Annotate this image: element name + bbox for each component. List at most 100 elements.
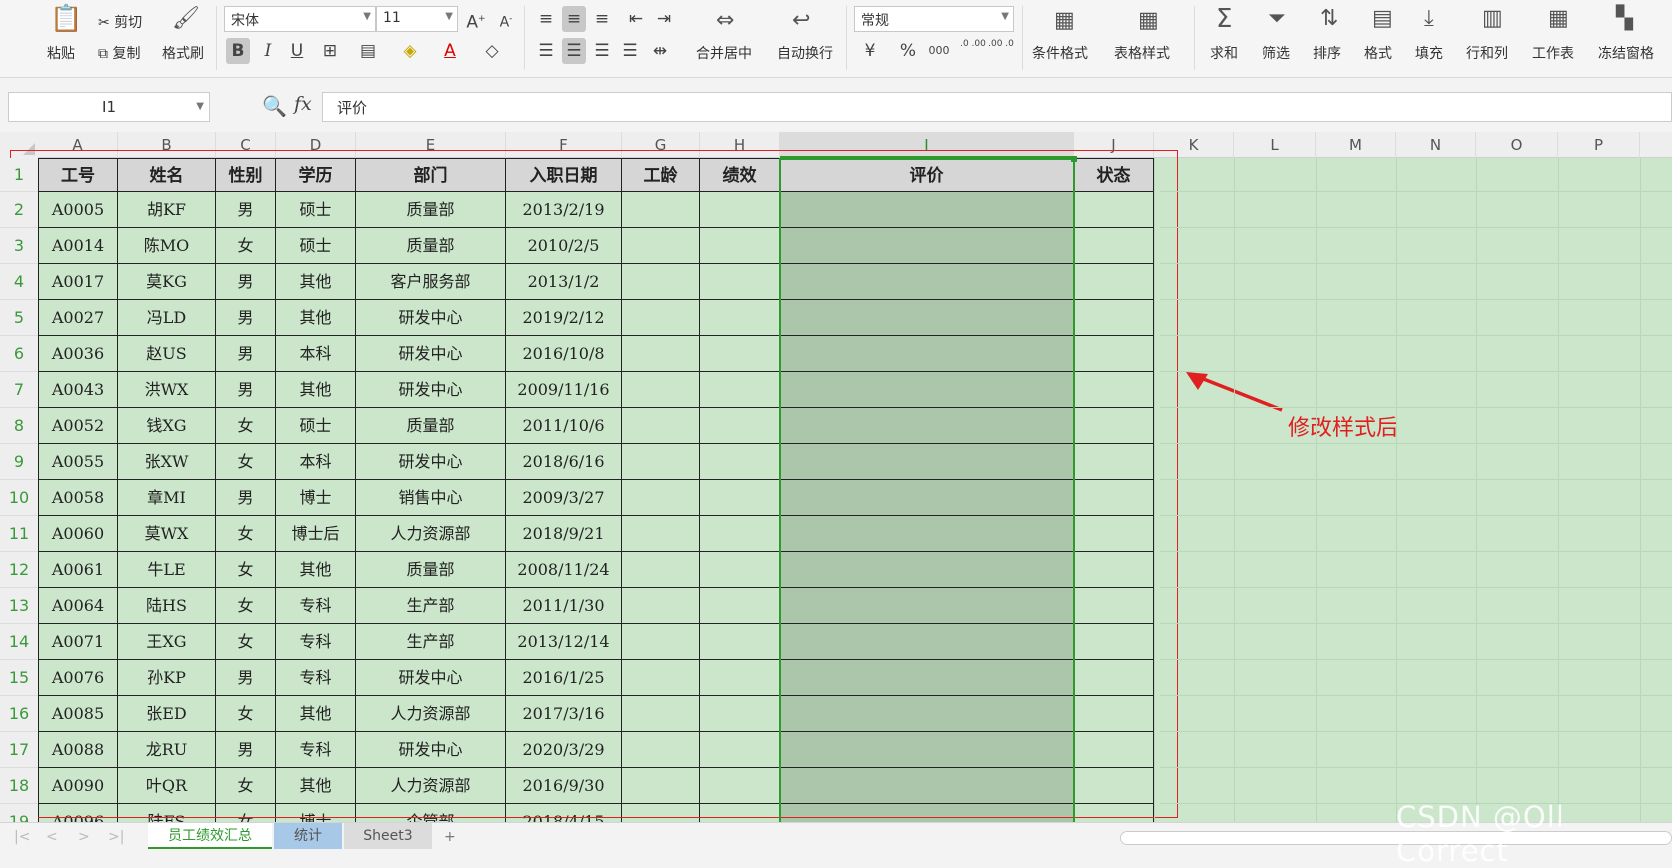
- table-cell[interactable]: 质量部: [356, 192, 506, 228]
- tab-sheet3[interactable]: Sheet3: [344, 823, 432, 849]
- wrap-text-icon[interactable]: ↩: [792, 10, 810, 32]
- table-cell[interactable]: [622, 372, 700, 408]
- table-cell[interactable]: [700, 588, 780, 624]
- align-right-icon[interactable]: ☰: [590, 38, 614, 64]
- table-cell[interactable]: [780, 696, 1074, 732]
- table-cell[interactable]: A0052: [38, 408, 118, 444]
- table-cell[interactable]: 研发中心: [356, 336, 506, 372]
- table-cell[interactable]: 2009/3/27: [506, 480, 622, 516]
- table-cell[interactable]: 质量部: [356, 408, 506, 444]
- table-cell[interactable]: [700, 336, 780, 372]
- table-cell[interactable]: [700, 192, 780, 228]
- merge-center-button[interactable]: 合并居中: [696, 43, 752, 63]
- format-painter-icon[interactable]: 🖌: [172, 8, 200, 30]
- table-header-cell[interactable]: 工号: [38, 158, 118, 192]
- table-cell[interactable]: 陈MO: [118, 228, 216, 264]
- sort-icon[interactable]: ⇅: [1320, 8, 1338, 30]
- table-cell[interactable]: [700, 228, 780, 264]
- row-header[interactable]: 18: [0, 768, 38, 804]
- table-cell[interactable]: 其他: [276, 372, 356, 408]
- row-header[interactable]: 7: [0, 372, 38, 408]
- table-header-cell[interactable]: 性别: [216, 158, 276, 192]
- table-cell[interactable]: [780, 588, 1074, 624]
- column-header-k[interactable]: K: [1154, 132, 1234, 158]
- increase-decimal-button[interactable]: .0 .00: [958, 38, 988, 64]
- freeze-icon[interactable]: ▚: [1616, 8, 1633, 30]
- zoom-icon[interactable]: 🔍: [262, 94, 287, 118]
- table-cell[interactable]: A0060: [38, 516, 118, 552]
- table-cell[interactable]: [780, 300, 1074, 336]
- row-header[interactable]: 11: [0, 516, 38, 552]
- table-cell[interactable]: 质量部: [356, 228, 506, 264]
- justify-icon[interactable]: ☰: [618, 38, 642, 64]
- table-cell[interactable]: [700, 444, 780, 480]
- decrease-font-icon[interactable]: A-: [494, 6, 518, 32]
- increase-font-icon[interactable]: A+: [464, 6, 488, 33]
- border-icon[interactable]: ⊞: [318, 38, 342, 64]
- table-header-cell[interactable]: 工龄: [622, 158, 700, 192]
- table-cell[interactable]: 2018/4/15: [506, 804, 622, 822]
- underline-button[interactable]: U: [285, 38, 309, 64]
- table-cell[interactable]: 研发中心: [356, 444, 506, 480]
- column-header-j[interactable]: J: [1074, 132, 1154, 158]
- paste-button[interactable]: 粘贴: [47, 43, 75, 63]
- column-header-c[interactable]: C: [216, 132, 276, 158]
- table-cell[interactable]: 本科: [276, 336, 356, 372]
- table-cell[interactable]: [1074, 804, 1154, 822]
- formula-input[interactable]: 评价: [322, 92, 1672, 122]
- table-cell[interactable]: 莫WX: [118, 516, 216, 552]
- table-cell[interactable]: [700, 516, 780, 552]
- table-cell[interactable]: 牛LE: [118, 552, 216, 588]
- align-left-icon[interactable]: ☰: [534, 38, 558, 64]
- table-cell[interactable]: 章MI: [118, 480, 216, 516]
- table-cell[interactable]: [780, 264, 1074, 300]
- table-cell[interactable]: 研发中心: [356, 300, 506, 336]
- table-cell[interactable]: 2013/2/19: [506, 192, 622, 228]
- table-cell[interactable]: 人力资源部: [356, 696, 506, 732]
- table-cell[interactable]: [1074, 192, 1154, 228]
- table-cell[interactable]: 冯LD: [118, 300, 216, 336]
- column-header-g[interactable]: G: [622, 132, 700, 158]
- table-header-cell[interactable]: 学历: [276, 158, 356, 192]
- table-cell[interactable]: 女: [216, 804, 276, 822]
- table-cell[interactable]: 博士: [276, 480, 356, 516]
- table-cell[interactable]: [1074, 480, 1154, 516]
- row-header[interactable]: 6: [0, 336, 38, 372]
- sort-button[interactable]: 排序: [1313, 43, 1341, 63]
- table-cell[interactable]: 2011/10/6: [506, 408, 622, 444]
- column-header-b[interactable]: B: [118, 132, 216, 158]
- table-cell[interactable]: 专科: [276, 624, 356, 660]
- table-cell[interactable]: [780, 372, 1074, 408]
- align-top-icon[interactable]: ≡: [534, 6, 558, 32]
- table-cell[interactable]: [700, 696, 780, 732]
- table-cell[interactable]: 质量部: [356, 552, 506, 588]
- table-cell[interactable]: A0090: [38, 768, 118, 804]
- sum-button[interactable]: 求和: [1210, 43, 1238, 63]
- table-cell[interactable]: A0005: [38, 192, 118, 228]
- table-cell[interactable]: [1074, 768, 1154, 804]
- row-header[interactable]: 2: [0, 192, 38, 228]
- table-cell[interactable]: [622, 696, 700, 732]
- table-cell[interactable]: 研发中心: [356, 732, 506, 768]
- table-cell[interactable]: 2016/1/25: [506, 660, 622, 696]
- table-cell[interactable]: [622, 228, 700, 264]
- conditional-format-button[interactable]: 条件格式: [1032, 43, 1088, 63]
- table-cell[interactable]: 企管部: [356, 804, 506, 822]
- table-cell[interactable]: 男: [216, 336, 276, 372]
- table-cell[interactable]: 女: [216, 552, 276, 588]
- table-cell[interactable]: 叶QR: [118, 768, 216, 804]
- table-cell[interactable]: [622, 660, 700, 696]
- copy-button[interactable]: ⧉ 复制: [98, 43, 140, 63]
- table-cell[interactable]: [1074, 588, 1154, 624]
- table-cell[interactable]: [622, 732, 700, 768]
- table-cell[interactable]: 2018/6/16: [506, 444, 622, 480]
- table-cell[interactable]: 2009/11/16: [506, 372, 622, 408]
- name-box[interactable]: I1 ▼: [8, 92, 210, 122]
- freeze-button[interactable]: 冻结窗格: [1598, 43, 1654, 63]
- paste-icon[interactable]: 📋: [50, 6, 82, 32]
- table-cell[interactable]: [622, 804, 700, 822]
- table-cell[interactable]: [622, 408, 700, 444]
- table-cell[interactable]: 硕士: [276, 228, 356, 264]
- thousands-button[interactable]: 000: [924, 38, 954, 64]
- table-cell[interactable]: 博士后: [276, 516, 356, 552]
